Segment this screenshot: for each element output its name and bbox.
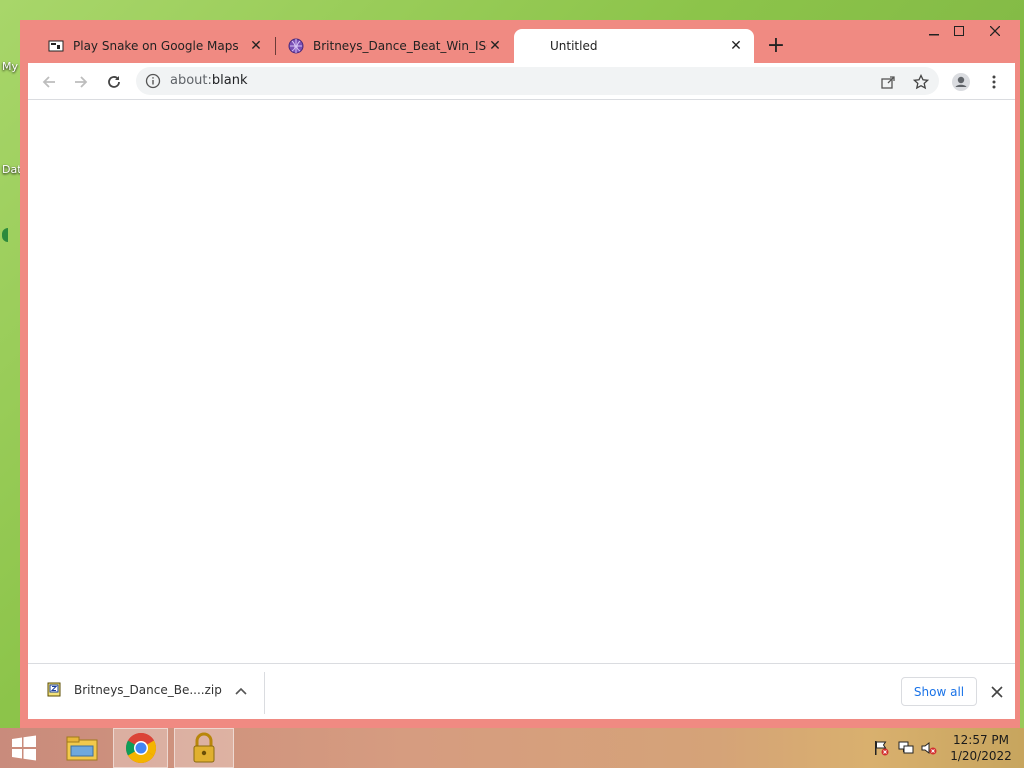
menu-button[interactable] xyxy=(981,69,1007,95)
purple-globe-favicon xyxy=(288,38,304,54)
kebab-menu-icon xyxy=(992,75,996,89)
plus-icon: + xyxy=(766,32,786,58)
tab-play-snake[interactable]: Play Snake on Google Maps ✕ xyxy=(38,29,274,63)
browser-toolbar: about:blank xyxy=(28,63,1015,100)
reload-icon xyxy=(108,76,120,88)
taskbar-clock[interactable]: 12:57 PM 1/20/2022 xyxy=(944,732,1018,764)
chevron-up-icon[interactable] xyxy=(233,683,249,699)
close-icon xyxy=(991,686,1003,698)
close-download-bar-button[interactable] xyxy=(988,683,1006,701)
action-center-flag-icon[interactable] xyxy=(873,740,889,756)
download-bar: Britneys_Dance_Be....zip Show all xyxy=(28,663,1015,719)
taskbar: 12:57 PM 1/20/2022 xyxy=(0,728,1024,768)
close-icon xyxy=(990,26,1000,36)
clock-date: 1/20/2022 xyxy=(950,749,1012,763)
desktop-icon-data[interactable]: Dat xyxy=(2,163,22,176)
download-item[interactable]: Britneys_Dance_Be....zip xyxy=(46,682,222,698)
download-file-name: Britneys_Dance_Be....zip xyxy=(74,683,222,697)
forward-button[interactable] xyxy=(68,69,94,95)
profile-button[interactable] xyxy=(948,69,974,95)
tab-title: Play Snake on Google Maps xyxy=(73,39,239,53)
tab-title: Britneys_Dance_Beat_Win_ISO_EN xyxy=(313,39,487,53)
page-content[interactable] xyxy=(28,100,1015,663)
tab-close-icon[interactable]: ✕ xyxy=(487,38,503,54)
desktop-icon-label: My xyxy=(2,60,19,73)
tab-title: Untitled xyxy=(550,39,598,53)
divider xyxy=(264,672,265,714)
clock-time: 12:57 PM xyxy=(953,733,1009,747)
desktop-icon-label: Dat xyxy=(2,163,22,176)
chrome-icon xyxy=(125,732,156,764)
show-all-button[interactable]: Show all xyxy=(901,677,977,706)
address-bar[interactable]: about:blank xyxy=(136,67,939,95)
maximize-icon xyxy=(954,26,964,36)
desktop-icon-my-computer[interactable]: My xyxy=(2,60,20,73)
maximize-button[interactable] xyxy=(944,20,974,42)
reload-button[interactable] xyxy=(101,69,127,95)
share-button[interactable] xyxy=(878,72,898,92)
bookmark-button[interactable] xyxy=(911,72,931,92)
tab-strip: Play Snake on Google Maps ✕ Britneys_Dan… xyxy=(20,20,1020,64)
tab-separator xyxy=(275,37,276,55)
tab-untitled[interactable]: Untitled ✕ xyxy=(514,29,754,63)
address-path: blank xyxy=(211,73,248,88)
avatar-icon xyxy=(952,73,970,91)
desktop-icons: My Dat xyxy=(0,0,22,720)
tab-britneys-dance[interactable]: Britneys_Dance_Beat_Win_ISO_EN ✕ xyxy=(278,29,513,63)
star-icon xyxy=(913,74,929,90)
back-arrow-icon xyxy=(42,76,55,88)
chrome-taskbar-button[interactable] xyxy=(113,728,168,768)
google-maps-snake-favicon xyxy=(48,40,64,52)
start-button[interactable] xyxy=(0,728,48,768)
network-icon[interactable] xyxy=(898,740,914,756)
zip-file-icon xyxy=(47,682,61,697)
desktop-icon-green[interactable] xyxy=(2,228,8,242)
browser-window: Play Snake on Google Maps ✕ Britneys_Dan… xyxy=(20,20,1020,728)
security-app-button[interactable] xyxy=(174,728,234,768)
windows-logo-icon xyxy=(12,735,36,761)
close-window-button[interactable] xyxy=(979,20,1011,42)
tab-close-icon[interactable]: ✕ xyxy=(248,38,264,54)
share-icon xyxy=(881,76,895,89)
info-icon[interactable] xyxy=(145,73,161,89)
minimize-icon xyxy=(929,34,939,36)
forward-arrow-icon xyxy=(75,76,88,88)
file-explorer-button[interactable] xyxy=(55,728,109,768)
address-text: about:blank xyxy=(170,73,248,88)
back-button[interactable] xyxy=(36,69,62,95)
address-scheme: about: xyxy=(170,73,212,88)
new-tab-button[interactable]: + xyxy=(764,32,788,58)
volume-muted-icon[interactable] xyxy=(921,740,937,756)
folder-icon xyxy=(66,736,98,761)
padlock-icon xyxy=(193,732,215,763)
tab-close-icon[interactable]: ✕ xyxy=(728,38,744,54)
